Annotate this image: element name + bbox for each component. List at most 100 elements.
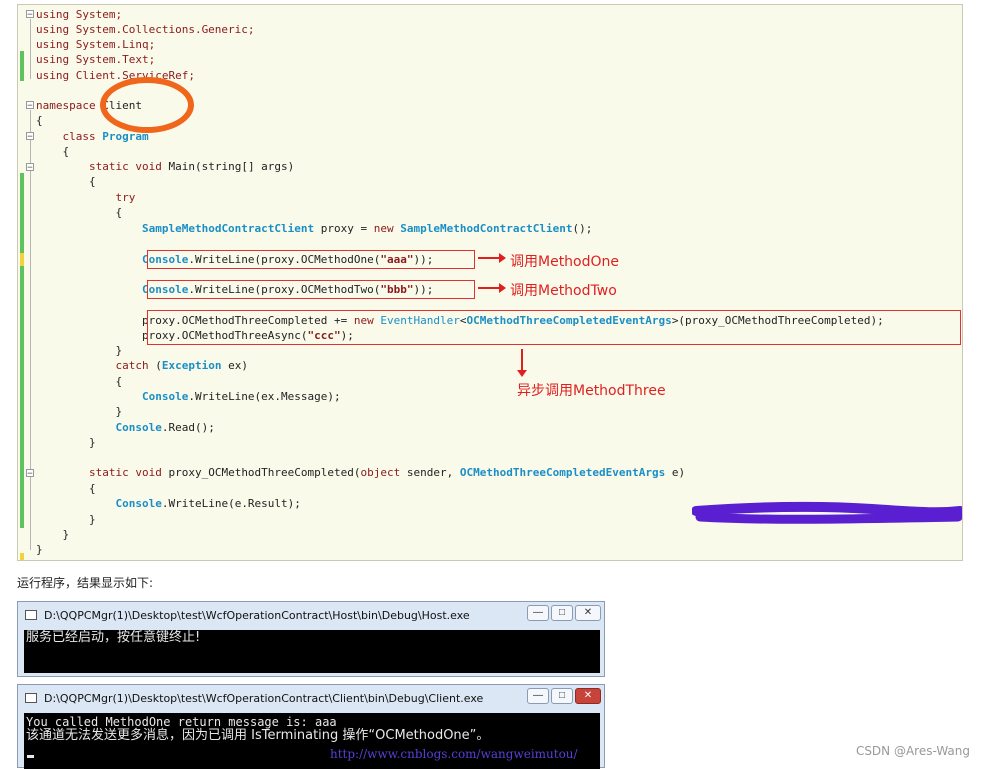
keyword: new — [373, 222, 394, 235]
fold-guide — [30, 110, 31, 550]
code-line: } — [36, 543, 43, 556]
code-line: { — [36, 145, 70, 158]
window-title: D:\QQPCMgr(1)\Desktop\test\WcfOperationC… — [44, 609, 470, 622]
arrow-down-icon — [517, 349, 527, 377]
window-titlebar[interactable]: D:\QQPCMgr(1)\Desktop\test\WcfOperationC… — [18, 602, 604, 628]
console-text: You called MethodOne return message is: … — [26, 715, 337, 729]
brace: } — [36, 543, 43, 556]
brace: { — [88, 482, 96, 495]
close-button[interactable]: ✕ — [575, 688, 601, 704]
brace: { — [36, 114, 43, 127]
code-line: { — [36, 206, 122, 219]
type-name: SampleMethodContractClient — [400, 222, 573, 235]
method-signature: Main(string[] args) — [168, 160, 295, 173]
collapse-toggle[interactable]: − — [26, 132, 34, 142]
code-line: } — [36, 405, 122, 418]
brace: } — [88, 436, 96, 449]
fold-guide — [30, 19, 31, 79]
change-marker — [20, 266, 24, 528]
keyword: catch — [115, 359, 149, 372]
maximize-button[interactable]: □ — [551, 688, 573, 704]
code-text: e) — [665, 466, 686, 479]
collapse-toggle[interactable]: − — [26, 163, 34, 173]
highlight-box — [147, 310, 961, 345]
code-line: static void Main(string[] args) — [36, 160, 294, 173]
code-text: ex) — [221, 359, 248, 372]
annotation-call-one: 调用MethodOne — [510, 254, 620, 270]
brace: } — [115, 405, 123, 418]
arrow-right-icon — [478, 283, 506, 293]
console-output[interactable]: 服务已经启动，按任意键终止! — [24, 630, 600, 673]
keyword: static void — [88, 160, 162, 173]
keyword: class — [62, 130, 96, 143]
keyword: static void — [88, 466, 162, 479]
brace: } — [115, 344, 123, 357]
code-line: using System.Collections.Generic; — [36, 23, 255, 36]
type-name: Console — [115, 421, 162, 434]
brace: { — [115, 206, 123, 219]
redaction-scribble — [692, 501, 962, 524]
collapse-toggle[interactable]: − — [26, 101, 34, 111]
code-line: using System.Text; — [36, 53, 155, 66]
keyword: try — [115, 191, 136, 204]
change-marker — [20, 51, 24, 81]
change-marker — [20, 253, 24, 266]
code-line: } — [36, 513, 96, 526]
code-text: .Read(); — [161, 421, 215, 434]
using-directive: using System; — [36, 8, 123, 21]
type-name: Console — [115, 497, 162, 510]
console-app-icon — [25, 610, 37, 620]
blog-url-watermark: http://www.cnblogs.com/wangweimutou/ — [330, 747, 578, 761]
code-text: .WriteLine(ex.Message); — [188, 390, 341, 403]
code-text: ( — [148, 359, 162, 372]
code-line: { — [36, 375, 122, 388]
console-text: 该通道无法发送更多消息，因为已调用 IsTerminating 操作“OCMet… — [26, 728, 490, 743]
collapse-toggle[interactable]: − — [26, 10, 34, 20]
using-directive: using System.Linq; — [36, 38, 156, 51]
type-name: Exception — [161, 359, 222, 372]
code-line: Console.WriteLine(e.Result); — [36, 497, 301, 510]
code-line: } — [36, 344, 122, 357]
code-line: static void proxy_OCMethodThreeCompleted… — [36, 466, 685, 479]
code-line: try — [36, 191, 135, 204]
code-screenshot: − − − − − using System; using System.Col… — [17, 4, 963, 561]
minimize-button[interactable]: — — [527, 605, 549, 621]
change-marker — [20, 173, 24, 253]
highlight-circle — [100, 77, 194, 133]
arrow-right-icon — [478, 253, 506, 263]
code-line: class Program — [36, 130, 149, 143]
code-text: proxy = — [314, 222, 374, 235]
code-line: using System.Linq; — [36, 38, 155, 51]
editor-gutter: − − − − − — [18, 5, 38, 560]
highlight-box — [147, 280, 475, 299]
brace: { — [88, 175, 96, 188]
code-line: } — [36, 528, 70, 541]
result-caption: 运行程序，结果显示如下: — [17, 576, 154, 590]
annotation-call-two: 调用MethodTwo — [510, 283, 617, 299]
console-app-icon — [25, 693, 37, 703]
collapse-toggle[interactable]: − — [26, 469, 34, 479]
code-text: sender, — [400, 466, 460, 479]
change-marker — [20, 553, 24, 560]
method-name: proxy_OCMethodThreeCompleted( — [161, 466, 361, 479]
minimize-button[interactable]: — — [527, 688, 549, 704]
type-name: OCMethodThreeCompletedEventArgs — [459, 466, 666, 479]
highlight-box — [147, 250, 475, 269]
code-line: { — [36, 482, 96, 495]
code-line: catch (Exception ex) — [36, 359, 248, 372]
console-text: 服务已经启动，按任意键终止! — [26, 630, 201, 645]
code-line: using System; — [36, 8, 122, 21]
window-titlebar[interactable]: D:\QQPCMgr(1)\Desktop\test\WcfOperationC… — [18, 685, 604, 711]
code-line: Console.WriteLine(ex.Message); — [36, 390, 341, 403]
code-text: .WriteLine(e.Result); — [161, 497, 301, 510]
using-directive: using System.Collections.Generic; — [36, 23, 255, 36]
keyword: object — [360, 466, 401, 479]
type-name: Console — [141, 390, 189, 403]
code-line: { — [36, 114, 43, 127]
keyword: namespace — [36, 99, 96, 112]
code-line: } — [36, 436, 96, 449]
maximize-button[interactable]: □ — [551, 605, 573, 621]
close-button[interactable]: ✕ — [575, 605, 601, 621]
code-line: { — [36, 175, 96, 188]
console-output[interactable]: You called MethodOne return message is: … — [24, 713, 600, 769]
